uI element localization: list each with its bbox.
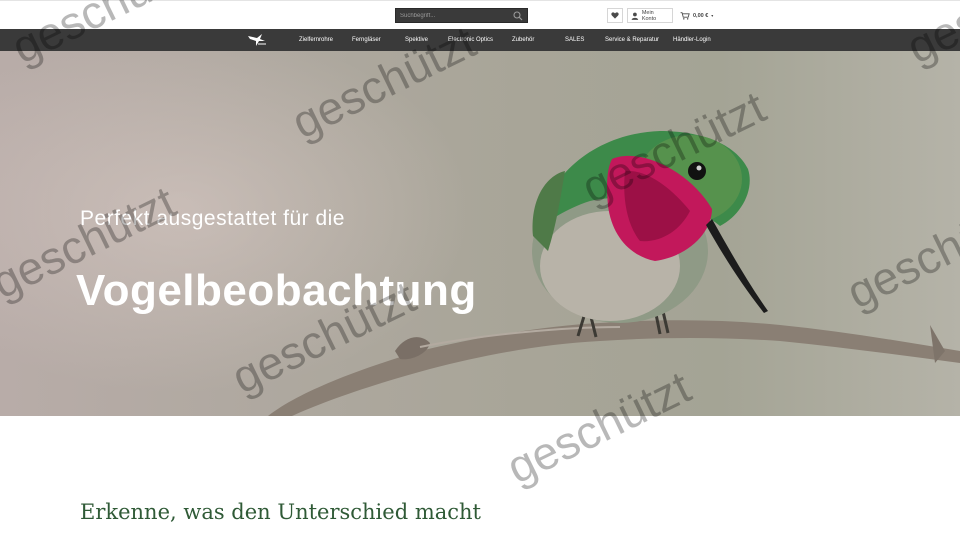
- cart-total: 0,00 €: [693, 12, 709, 19]
- nav-item-haendler-login[interactable]: Händler-Login: [673, 29, 711, 51]
- top-bar: Mein Konto 0,00 € ▾: [0, 0, 960, 30]
- hero-subtitle: Perfekt ausgestattet für die: [80, 207, 345, 230]
- account-label: Mein Konto: [641, 9, 657, 22]
- search-input[interactable]: [400, 10, 510, 21]
- cart-button[interactable]: 0,00 € ▾: [677, 8, 721, 23]
- nav-item-zielfernrohre[interactable]: Zielfernrohre: [299, 29, 333, 51]
- brand-logo[interactable]: [247, 33, 267, 47]
- wishlist-button[interactable]: [607, 8, 623, 23]
- nav-item-zubehoer[interactable]: Zubehör: [512, 29, 534, 51]
- chevron-down-icon: ▾: [711, 13, 714, 18]
- account-button[interactable]: Mein Konto: [627, 8, 673, 23]
- search-box[interactable]: [395, 8, 528, 23]
- nav-item-spektive[interactable]: Spektive: [405, 29, 428, 51]
- section-heading: Erkenne, was den Unterschied macht: [80, 500, 481, 524]
- cart-icon: [680, 11, 690, 20]
- user-icon: [631, 12, 639, 20]
- heart-icon: [611, 12, 619, 19]
- nav-item-electronic-optics[interactable]: Electronic Optics: [448, 29, 493, 51]
- search-icon[interactable]: [513, 11, 523, 21]
- hummingbird-photo: [268, 131, 960, 416]
- nav-item-service-reparatur[interactable]: Service & Reparatur: [605, 29, 659, 51]
- nav-item-ferngläser[interactable]: Ferngläser: [352, 29, 381, 51]
- header-actions: Mein Konto 0,00 € ▾: [607, 8, 721, 23]
- hero-banner[interactable]: Perfekt ausgestattet für die Vogelbeobac…: [0, 51, 960, 416]
- main-nav: Zielfernrohre Ferngläser Spektive Electr…: [0, 29, 960, 51]
- hero-title: Vogelbeobachtung: [76, 266, 477, 315]
- nav-item-sales[interactable]: SALES: [565, 29, 584, 51]
